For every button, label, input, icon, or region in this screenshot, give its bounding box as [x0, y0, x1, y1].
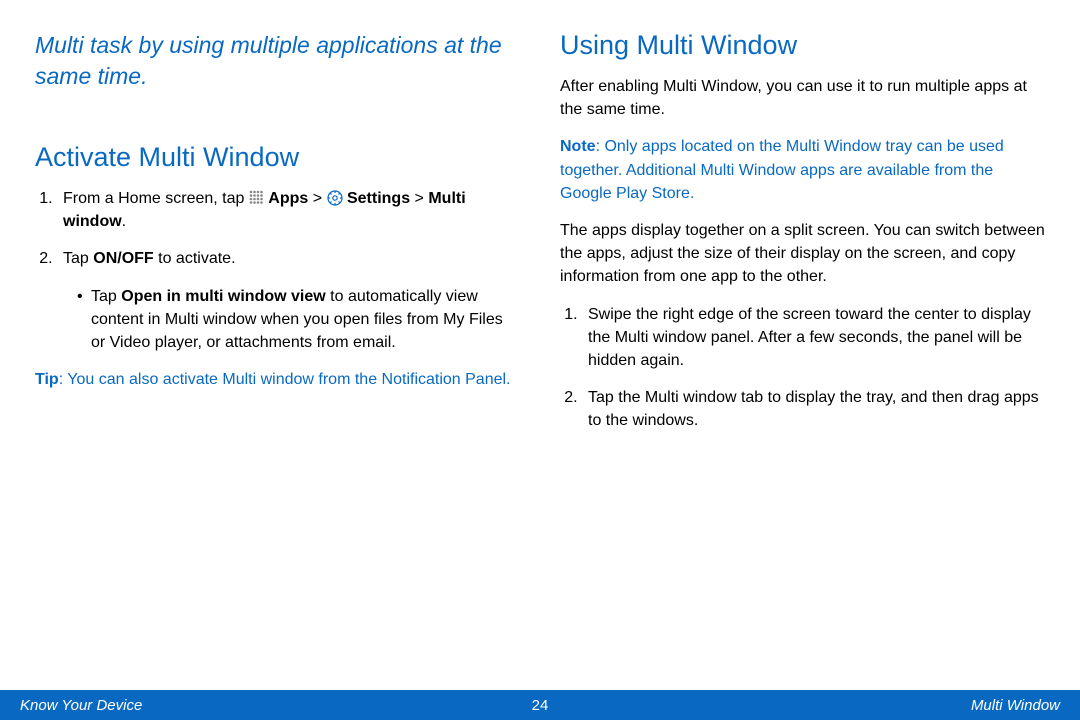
note-label: Note [560, 138, 596, 155]
settings-gear-icon [327, 190, 343, 206]
gt1: > [308, 190, 326, 207]
step1-pre: From a Home screen, tap [63, 190, 249, 207]
gt2: > [410, 190, 428, 207]
tip-text: : You can also activate Multi window fro… [59, 371, 511, 388]
right-column: Using Multi Window After enabling Multi … [560, 30, 1045, 660]
step-2: Tap ON/OFF to activate. Tap Open in mult… [57, 247, 520, 354]
footer-right: Multi Window [971, 697, 1060, 714]
tip-label: Tip [35, 371, 59, 388]
bullet-pre: Tap [91, 288, 121, 305]
tip-block: Tip: You can also activate Multi window … [35, 368, 520, 391]
note-block: Note: Only apps located on the Multi Win… [560, 135, 1045, 205]
using-steps: Swipe the right edge of the screen towar… [560, 303, 1045, 433]
intro-text: Multi task by using multiple application… [35, 30, 520, 92]
left-column: Multi task by using multiple application… [35, 30, 520, 660]
apps-grid-icon [249, 189, 264, 204]
step-1: From a Home screen, tap Apps > Settings … [57, 187, 520, 233]
apps-label: Apps [268, 190, 308, 207]
step2-post: to activate. [154, 250, 236, 267]
heading-activate: Activate Multi Window [35, 142, 520, 173]
activate-steps: From a Home screen, tap Apps > Settings … [35, 187, 520, 354]
bullet-bold: Open in multi window view [121, 288, 325, 305]
heading-using: Using Multi Window [560, 30, 1045, 61]
using-step-1: Swipe the right edge of the screen towar… [582, 303, 1045, 373]
footer-left: Know Your Device [20, 697, 142, 714]
step1-end: . [122, 213, 126, 230]
bullet-open-multi: Tap Open in multi window view to automat… [77, 285, 520, 355]
footer-page-number: 24 [532, 697, 549, 714]
page-content: Multi task by using multiple application… [0, 0, 1080, 720]
note-text: : Only apps located on the Multi Window … [560, 138, 1004, 201]
page-footer: Know Your Device 24 Multi Window [0, 690, 1080, 720]
using-step-2: Tap the Multi window tab to display the … [582, 386, 1045, 432]
step2-pre: Tap [63, 250, 93, 267]
onoff-label: ON/OFF [93, 250, 153, 267]
using-para1: After enabling Multi Window, you can use… [560, 75, 1045, 121]
using-para2: The apps display together on a split scr… [560, 219, 1045, 289]
settings-label: Settings [347, 190, 410, 207]
step2-bullets: Tap Open in multi window view to automat… [63, 285, 520, 355]
